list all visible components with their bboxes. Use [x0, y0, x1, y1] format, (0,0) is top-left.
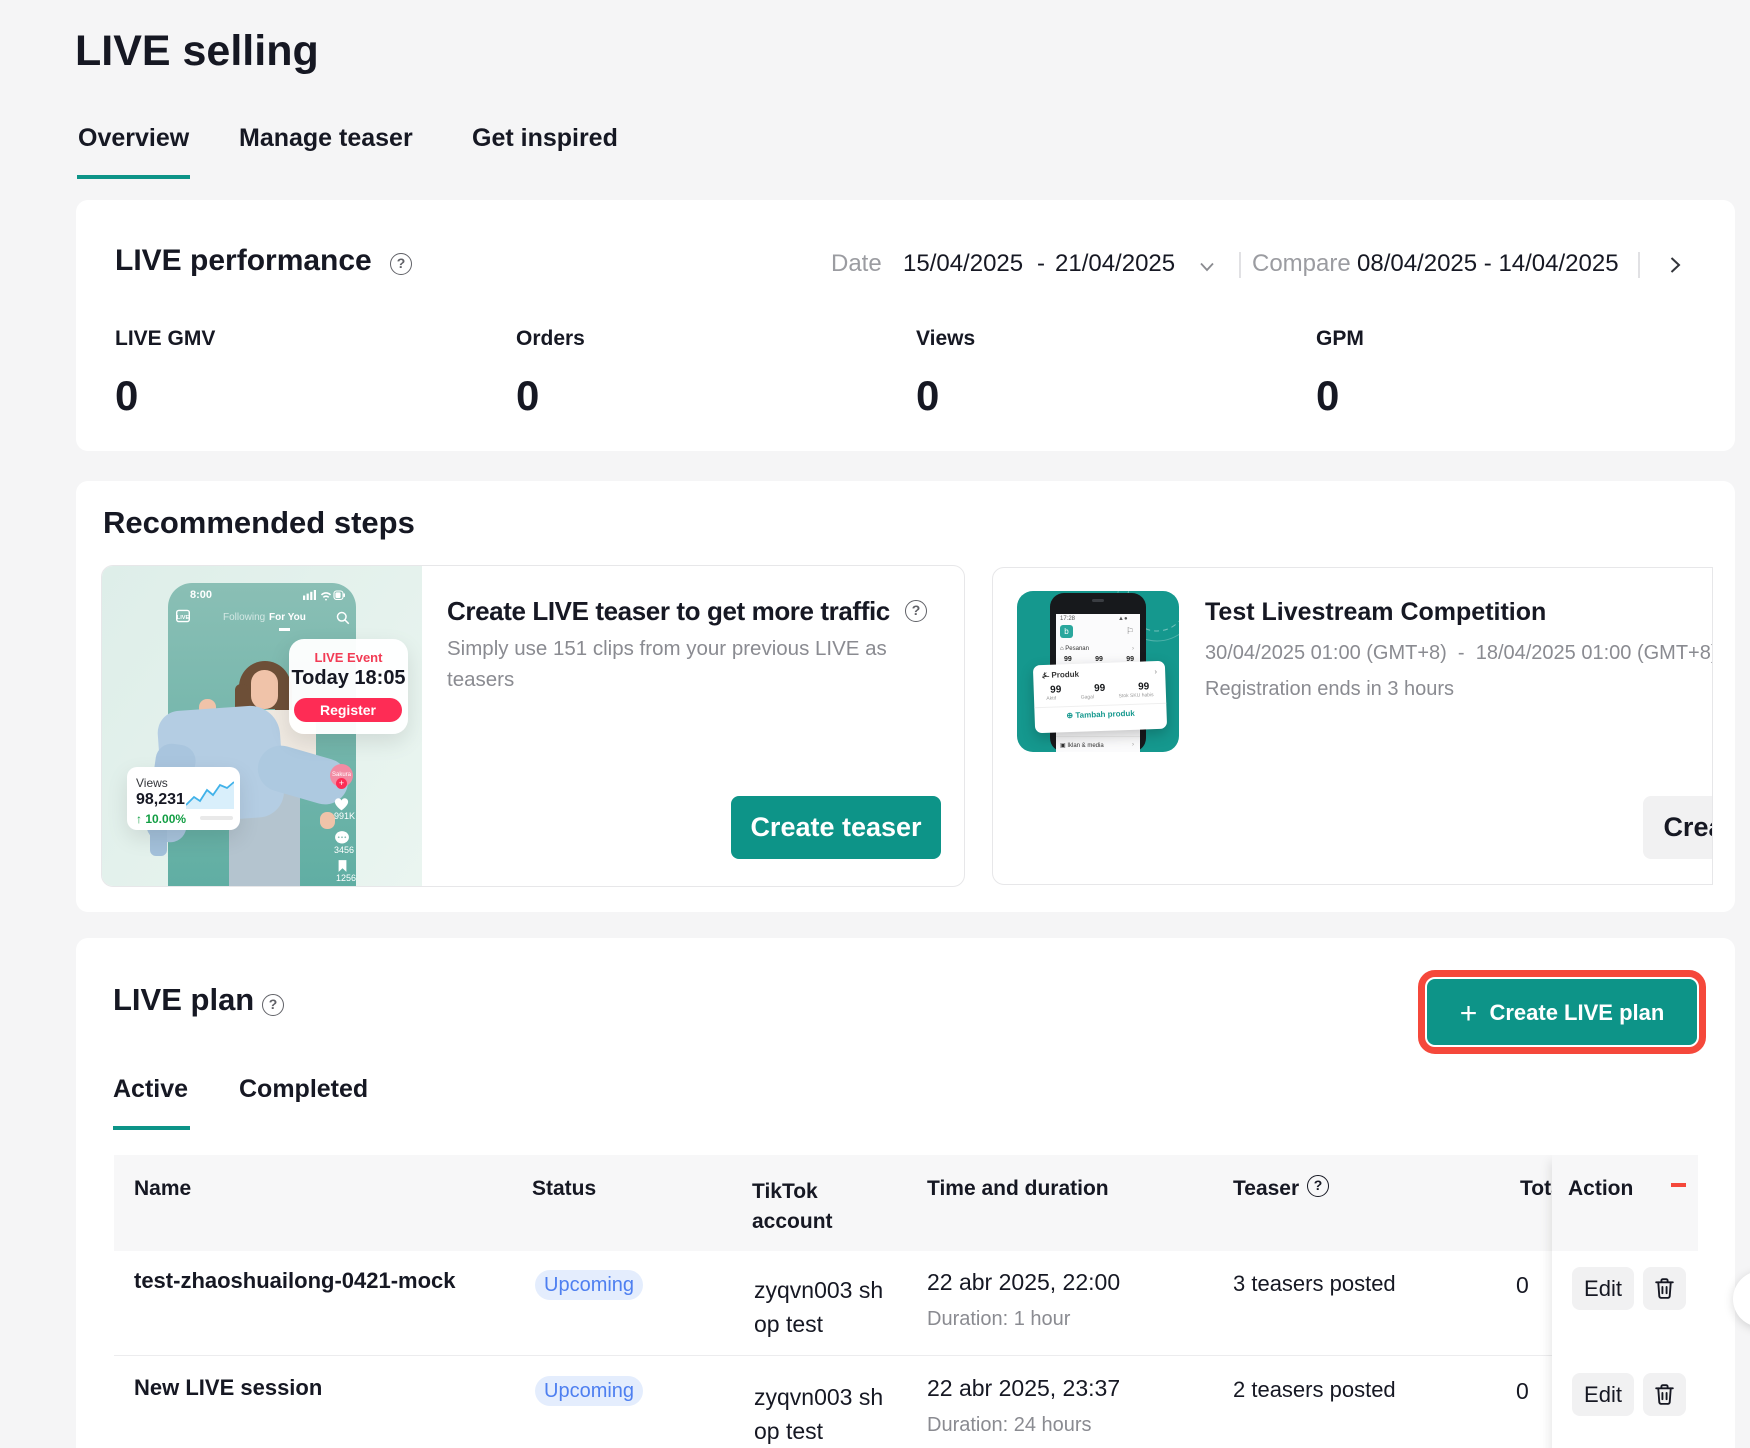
svg-text:LIVE: LIVE: [177, 615, 190, 621]
